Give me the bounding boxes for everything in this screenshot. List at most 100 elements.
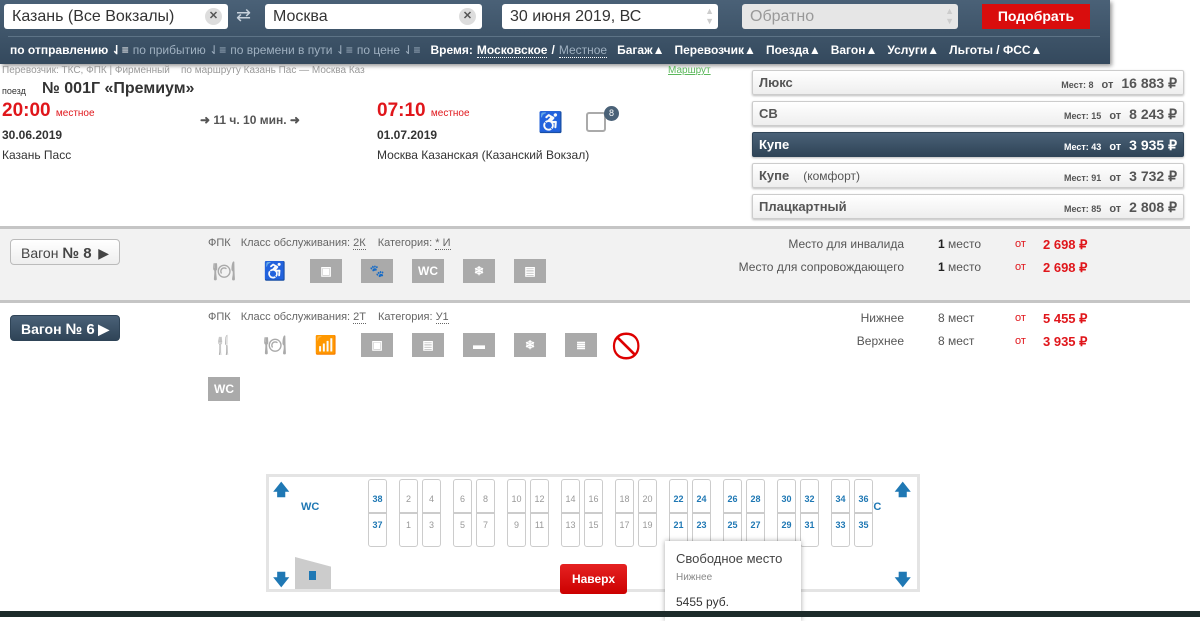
return-spinner-icon[interactable]: ▲ ▼ xyxy=(945,6,954,26)
seat-upper[interactable]: 12 xyxy=(530,479,549,513)
filter-menu[interactable]: Льготы / ФСС▲ xyxy=(949,43,1042,58)
date-spinner-icon[interactable]: ▲ ▼ xyxy=(705,6,714,26)
meal-icon: 🍽 xyxy=(212,261,236,281)
seat-upper[interactable]: 2 xyxy=(399,479,418,513)
carrier-line: Перевозчик: ТКС, ФПК | Фирменный по марш… xyxy=(2,65,365,76)
seat-upper[interactable]: 38 xyxy=(368,479,387,513)
service-class[interactable]: 2Т xyxy=(353,311,367,324)
seat-lower[interactable]: 3 xyxy=(422,513,441,547)
wagon-button[interactable]: Вагон № 6 ▶ xyxy=(10,315,120,341)
scroll-top-button[interactable]: Наверх xyxy=(560,564,627,594)
arrival-time: 07:10 местное xyxy=(377,100,470,122)
date-input[interactable]: 30 июня 2019, ВС ▲ ▼ xyxy=(502,4,718,29)
count-label: место xyxy=(948,260,981,274)
class-option[interactable]: СВ Мест: 15 от 8 243 ₽ xyxy=(752,101,1184,126)
filter-label: Багаж xyxy=(617,43,653,57)
seat-upper[interactable]: 28 xyxy=(746,479,765,513)
wagon-label: Вагон xyxy=(21,245,59,261)
seat-upper[interactable]: 32 xyxy=(800,479,819,513)
return-date-input[interactable]: Обратно ▲ ▼ xyxy=(742,4,958,29)
seat-upper[interactable]: 24 xyxy=(692,479,711,513)
submit-button[interactable]: Подобрать xyxy=(982,4,1090,29)
ac-icon: ❄ xyxy=(463,259,495,283)
seat-lower[interactable]: 33 xyxy=(831,513,850,547)
arrow-down-icon: 🡇 xyxy=(273,572,290,589)
seat-upper[interactable]: 4 xyxy=(422,479,441,513)
filter-menu[interactable]: Вагон▲ xyxy=(831,43,878,58)
return-placeholder: Обратно xyxy=(750,8,815,25)
time-moscow[interactable]: Московское xyxy=(476,43,548,58)
seat-map: 🡅 🡇 🡅 🡇 WC WC 38372143658710912111413161… xyxy=(266,474,920,594)
wagon-icon xyxy=(586,112,606,132)
clear-from-icon[interactable]: ✕ xyxy=(205,8,222,25)
seat-upper[interactable]: 30 xyxy=(777,479,796,513)
swap-icon[interactable]: ⇄ xyxy=(236,5,251,26)
seat-lower[interactable]: 5 xyxy=(453,513,472,547)
seat-lower[interactable]: 17 xyxy=(615,513,634,547)
no-pets-icon: ⃠ xyxy=(616,333,648,357)
time-local[interactable]: Местное xyxy=(558,43,608,58)
seat-lower[interactable]: 11 xyxy=(530,513,549,547)
from-input[interactable]: Казань (Все Вокзалы) ✕ xyxy=(4,4,228,29)
seat-count: 8 мест xyxy=(938,311,974,325)
wagon-number: № 8 xyxy=(62,245,92,262)
seat-upper[interactable]: 22 xyxy=(669,479,688,513)
seat-lower[interactable]: 37 xyxy=(368,513,387,547)
arrow-up-icon: 🡅 xyxy=(894,482,911,499)
seat-upper[interactable]: 34 xyxy=(831,479,850,513)
seat-type: Нижнее xyxy=(860,311,904,325)
filter-menu[interactable]: Услуги▲ xyxy=(887,43,939,58)
class-option[interactable]: Купе (комфорт) Мест: 91 от 3 732 ₽ xyxy=(752,163,1184,188)
seat-upper[interactable]: 14 xyxy=(561,479,580,513)
seat-upper[interactable]: 36 xyxy=(854,479,873,513)
food-icon: 🍴 xyxy=(212,335,236,355)
seat-lower[interactable]: 19 xyxy=(638,513,657,547)
wc-icon: WC xyxy=(412,259,444,283)
route-link[interactable]: Маршрут xyxy=(668,65,711,76)
class-option[interactable]: Купе Мест: 43 от 3 935 ₽ xyxy=(752,132,1184,157)
sort-departure[interactable]: по отправлению ⇃≡ xyxy=(10,43,129,58)
class-price: 16 883 ₽ xyxy=(1121,75,1177,91)
category[interactable]: У1 xyxy=(435,311,449,324)
sort-duration[interactable]: по времени в пути ⇃≡ xyxy=(230,43,353,58)
seat-lower[interactable]: 35 xyxy=(854,513,873,547)
meal-icon: 🍽 xyxy=(263,335,287,355)
dep-station: Казань Пасс xyxy=(2,148,72,162)
service-class[interactable]: 2К xyxy=(353,237,366,250)
seat-tooltip: Свободное место Нижнее 5455 руб. xyxy=(665,541,801,621)
seat-upper[interactable]: 18 xyxy=(615,479,634,513)
seat-lower[interactable]: 1 xyxy=(399,513,418,547)
clear-to-icon[interactable]: ✕ xyxy=(459,8,476,25)
seat-lower[interactable]: 7 xyxy=(476,513,495,547)
filter-menu[interactable]: Перевозчик▲ xyxy=(674,43,755,58)
train-label: поезд xyxy=(2,86,26,96)
sort-arrival[interactable]: по прибытию ⇃≡ xyxy=(133,43,226,58)
sort-price[interactable]: по цене ⇃≡ xyxy=(357,43,421,58)
departure-time: 20:00 местное xyxy=(2,100,95,122)
category[interactable]: * И xyxy=(435,237,451,250)
to-input[interactable]: Москва ✕ xyxy=(265,4,482,29)
filter-label: Услуги xyxy=(887,43,928,57)
seat-upper[interactable]: 16 xyxy=(584,479,603,513)
class-price: 2 808 ₽ xyxy=(1129,199,1177,215)
seat-upper[interactable]: 26 xyxy=(723,479,742,513)
filter-menu[interactable]: Поезда▲ xyxy=(766,43,821,58)
seat-upper[interactable]: 20 xyxy=(638,479,657,513)
seat-lower[interactable]: 31 xyxy=(800,513,819,547)
count-number: 1 xyxy=(938,260,945,274)
seat-upper[interactable]: 6 xyxy=(453,479,472,513)
sort-price-label: по цене xyxy=(356,43,401,57)
dep-note: местное xyxy=(55,108,95,119)
wagon-button[interactable]: Вагон № 8 ▶ xyxy=(10,239,120,265)
class-name: СВ xyxy=(759,106,778,121)
seat-lower[interactable]: 9 xyxy=(507,513,526,547)
seat-upper[interactable]: 8 xyxy=(476,479,495,513)
arr-date: 01.07.2019 xyxy=(377,128,438,142)
time-sep: / xyxy=(551,43,555,57)
seat-upper[interactable]: 10 xyxy=(507,479,526,513)
filter-menu[interactable]: Багаж▲ xyxy=(617,43,664,58)
class-option[interactable]: Плацкартный Мест: 85 от 2 808 ₽ xyxy=(752,194,1184,219)
seat-lower[interactable]: 15 xyxy=(584,513,603,547)
seat-lower[interactable]: 13 xyxy=(561,513,580,547)
class-option[interactable]: Люкс Мест: 8 от 16 883 ₽ xyxy=(752,70,1184,95)
